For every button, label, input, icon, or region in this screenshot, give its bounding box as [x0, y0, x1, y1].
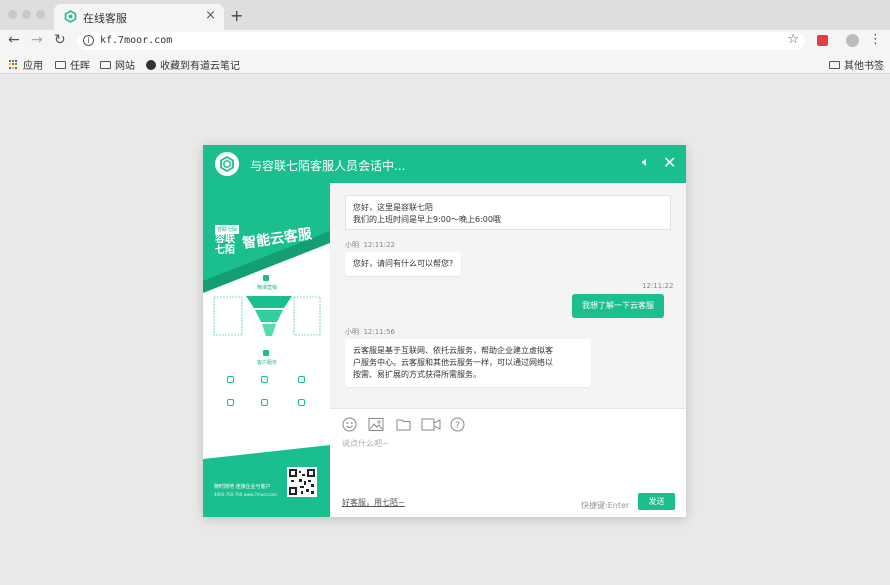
service-icon — [298, 399, 305, 406]
bookmark-label: 网站 — [115, 61, 135, 72]
address-bar[interactable]: i kf.7moor.com ☆ — [77, 32, 805, 50]
message-list: 您好，这里是容联七陌 我们的上班时间是早上9:00～晚上6:00哦 小明 12:… — [330, 183, 686, 408]
sender-name: 小明 — [345, 241, 359, 249]
bookmark-label: 任晖 — [70, 61, 90, 72]
funnel-left-bracket — [213, 296, 243, 336]
window-maximize-dot[interactable] — [36, 10, 45, 19]
forward-arrow-icon[interactable]: → — [31, 32, 43, 48]
ad-badge: 容联七陌 — [215, 225, 240, 234]
new-tab-button[interactable]: + — [230, 6, 243, 25]
image-icon[interactable] — [368, 417, 384, 432]
window-minimize-dot[interactable] — [22, 10, 31, 19]
bookmark-other[interactable]: 其他书签 — [829, 57, 884, 72]
incoming-message-bubble: 云客服是基于互联网、依托云服务，帮助企业建立虚拟客 户服务中心。云客服和其他云服… — [345, 339, 591, 387]
bookmark-folder-website[interactable]: 网站 — [100, 57, 135, 72]
globe-icon — [146, 59, 156, 70]
folder-icon — [100, 60, 111, 69]
service-icon — [298, 376, 305, 383]
extension-icon[interactable] — [817, 35, 828, 46]
folder-icon — [829, 60, 840, 69]
sender-name: 小明 — [345, 328, 359, 336]
tab-title: 在线客服 — [83, 12, 127, 25]
message-meta: 小明 12:11:22 — [345, 240, 395, 250]
help-icon[interactable]: ? — [450, 417, 465, 432]
message-time: 12:11:22 — [363, 241, 395, 249]
profile-avatar-icon[interactable] — [846, 34, 859, 47]
service-icon — [227, 399, 234, 406]
incoming-message-bubble: 您好，请问有什么可以帮您? — [345, 252, 462, 276]
ad-contact: 4000-700-700 www.7moor.com — [214, 492, 277, 497]
funnel-right-bracket — [293, 296, 321, 336]
message-input[interactable]: 说点什么吧~ — [342, 438, 389, 449]
bookmarks-bar: 应用 任晖 网站 收藏到有道云笔记 其他书签 — [0, 52, 890, 74]
window-close-dot[interactable] — [8, 10, 17, 19]
bookmark-youdao[interactable]: 收藏到有道云笔记 — [146, 57, 240, 72]
site-favicon-icon — [64, 10, 77, 23]
welcome-line: 您好，这里是容联七陌 — [353, 203, 433, 212]
site-info-icon[interactable]: i — [83, 35, 94, 46]
svg-text:?: ? — [455, 421, 460, 431]
tab-close-icon[interactable]: × — [205, 8, 216, 23]
chat-title: 与容联七陌客服人员会话中... — [250, 159, 406, 173]
browser-tab-bar: 在线客服 × + — [0, 0, 890, 30]
url-text[interactable]: kf.7moor.com — [100, 35, 172, 46]
message-composer: ? 说点什么吧~ 好客服，用七陌~ 快捷键:Enter 发送 — [330, 408, 686, 517]
chat-widget: 与容联七陌客服人员会话中... 🔈︎ ✕ 容联七陌 容联七陌 智能云客服 精准营… — [203, 145, 686, 517]
video-icon[interactable] — [421, 417, 441, 432]
message-meta: 小明 12:11:56 — [345, 327, 395, 337]
sound-icon[interactable]: 🔈︎ — [642, 155, 650, 170]
back-arrow-icon[interactable]: ← — [8, 32, 20, 48]
footer-link[interactable]: 好客服，用七陌~ — [342, 497, 405, 508]
bookmark-label: 收藏到有道云笔记 — [160, 61, 240, 72]
service-icon — [261, 399, 268, 406]
bookmark-label: 其他书签 — [844, 61, 884, 72]
ad-section-title: 客户服务 — [257, 360, 278, 366]
emoji-icon[interactable] — [342, 417, 357, 432]
ad-slogan: 随时随地 连接企业与客户 — [214, 484, 271, 490]
chat-header: 与容联七陌客服人员会话中... 🔈︎ ✕ — [203, 145, 686, 183]
company-logo-icon — [215, 152, 239, 176]
welcome-line: 我们的上班时间是早上9:00～晚上6:00哦 — [353, 215, 501, 224]
reload-icon[interactable]: ↻ — [54, 32, 66, 48]
message-line: 云客服是基于互联网、依托云服务，帮助企业建立虚拟客 — [353, 346, 553, 355]
apps-grid-icon — [9, 59, 19, 70]
service-icon — [227, 376, 234, 383]
bookmark-label: 应用 — [23, 61, 43, 72]
service-icon — [261, 376, 268, 383]
message-line: 户服务中心。云客服和其他云服务一样，可以通过网络以 — [353, 358, 553, 367]
message-time: 12:11:56 — [363, 328, 395, 336]
qr-code-icon — [287, 467, 317, 497]
browser-tab[interactable]: 在线客服 × — [54, 4, 224, 30]
folder-icon — [55, 60, 66, 69]
bookmark-folder-renhui[interactable]: 任晖 — [55, 57, 90, 72]
funnel-graphic — [246, 296, 292, 336]
ad-panel: 容联七陌 容联七陌 智能云客服 精准营销 客户服务 随时随地 连接企业与客户 4… — [203, 183, 330, 517]
bookmark-apps[interactable]: 应用 — [9, 57, 43, 72]
ad-section-title: 精准营销 — [257, 285, 278, 291]
send-button[interactable]: 发送 — [638, 493, 675, 510]
welcome-notice: 您好，这里是容联七陌 我们的上班时间是早上9:00～晚上6:00哦 — [345, 195, 671, 230]
ad-brand: 容联七陌 — [215, 234, 235, 256]
message-time: 12:11:22 — [642, 282, 674, 290]
section-dot — [263, 350, 269, 356]
close-icon[interactable]: ✕ — [663, 153, 676, 172]
folder-icon[interactable] — [396, 417, 411, 432]
browser-toolbar: ← → ↻ i kf.7moor.com ☆ — [0, 30, 890, 52]
section-dot — [263, 275, 269, 281]
message-line: 按需、易扩展的方式获得所需服务。 — [353, 370, 481, 379]
shortcut-hint: 快捷键:Enter — [581, 501, 630, 510]
bookmark-star-icon[interactable]: ☆ — [787, 32, 799, 47]
outgoing-message-bubble: 我想了解一下云客服 — [572, 294, 664, 318]
browser-menu-icon[interactable]: ⋮ — [869, 32, 882, 47]
